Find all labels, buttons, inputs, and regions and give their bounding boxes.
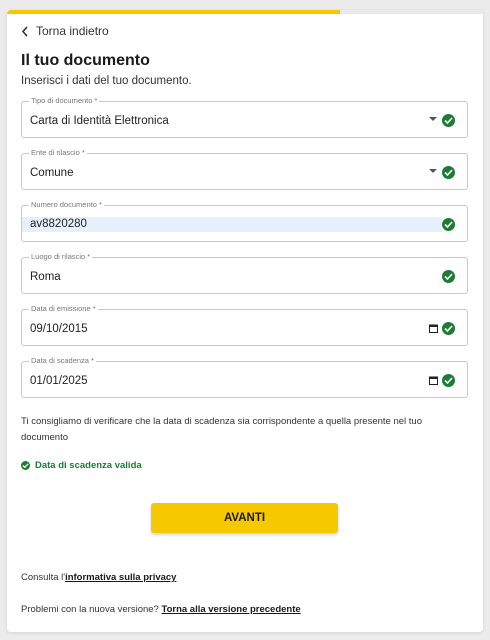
problems-prefix: Problemi con la nuova versione? — [21, 604, 162, 615]
previous-version-notice: Problemi con la nuova versione? Torna al… — [21, 604, 301, 615]
document-type-label: Tipo di documento * — [29, 96, 100, 106]
issue-date-input[interactable]: Data di emissione * 09/10/2015 — [21, 304, 468, 346]
issuing-authority-select[interactable]: Ente di rilascio * Comune — [21, 148, 468, 190]
issue-place-input[interactable]: Luogo di rilascio * Roma — [21, 252, 468, 294]
validation-message: Data di scadenza valida — [21, 460, 142, 471]
calendar-icon[interactable] — [429, 324, 438, 333]
chevron-left-icon — [21, 25, 28, 37]
document-type-select[interactable]: Tipo di documento * Carta di Identità El… — [21, 96, 468, 138]
caret-down-icon — [429, 117, 437, 121]
document-number-label: Numero documento * — [29, 200, 104, 210]
issue-place-value: Roma — [30, 271, 61, 283]
caret-down-icon — [429, 169, 437, 173]
expiry-date-label: Data di scadenza * — [29, 356, 96, 366]
expiry-date-value: 01/01/2025 — [30, 375, 88, 387]
privacy-notice: Consulta l'informativa sulla privacy — [21, 572, 176, 583]
document-type-value: Carta di Identità Elettronica — [30, 115, 169, 127]
issuing-authority-label: Ente di rilascio * — [29, 148, 87, 158]
check-circle-icon — [442, 218, 455, 231]
check-circle-icon — [442, 270, 455, 283]
privacy-prefix: Consulta l' — [21, 572, 66, 583]
back-link-label: Torna indietro — [36, 24, 109, 38]
next-button[interactable]: AVANTI — [151, 503, 338, 533]
check-circle-icon — [442, 166, 455, 179]
check-circle-icon — [21, 461, 30, 470]
issue-date-value: 09/10/2015 — [30, 323, 88, 335]
page-subtitle: Inserisci i dati del tuo documento. — [21, 75, 192, 87]
calendar-icon[interactable] — [429, 376, 438, 385]
check-circle-icon — [442, 374, 455, 387]
document-form-card: Torna indietro Il tuo documento Inserisc… — [7, 10, 483, 632]
progress-bar-fill — [7, 10, 341, 14]
privacy-policy-link[interactable]: informativa sulla privacy — [65, 572, 176, 583]
check-circle-icon — [442, 322, 455, 335]
issue-date-label: Data di emissione * — [29, 304, 98, 314]
validation-text: Data di scadenza valida — [35, 460, 142, 471]
issue-place-label: Luogo di rilascio * — [29, 252, 93, 262]
issuing-authority-value: Comune — [30, 167, 74, 179]
previous-version-link[interactable]: Torna alla versione precedente — [161, 604, 300, 615]
document-number-value: av8820280 — [22, 217, 442, 232]
check-circle-icon — [442, 114, 455, 127]
page-title: Il tuo documento — [21, 52, 150, 69]
expiry-date-input[interactable]: Data di scadenza * 01/01/2025 — [21, 356, 468, 398]
back-link[interactable]: Torna indietro — [21, 24, 109, 38]
document-number-input[interactable]: Numero documento * av8820280 — [21, 200, 468, 242]
expiry-advice-text: Ti consigliamo di verificare che la data… — [21, 416, 422, 443]
progress-bar — [7, 10, 483, 14]
